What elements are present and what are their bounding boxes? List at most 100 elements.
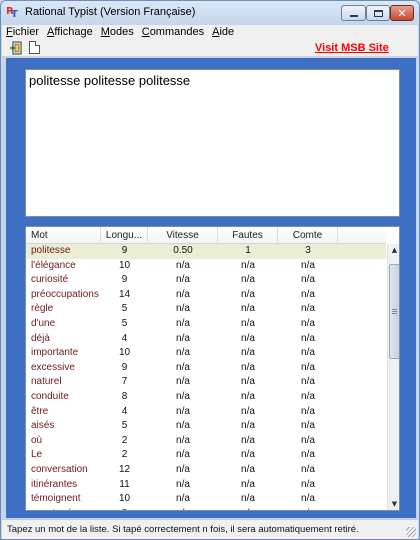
cell-filler xyxy=(338,405,386,420)
cell-comte: n/a xyxy=(301,361,315,373)
column-header-mot[interactable]: Mot xyxy=(26,227,101,244)
grip-line xyxy=(392,313,397,314)
cell-fautes: n/a xyxy=(241,434,255,446)
table-row[interactable]: naturel 7 n/a n/a n/a xyxy=(26,375,386,390)
cell-comte: n/a xyxy=(301,478,315,490)
column-header-comte[interactable]: Comte xyxy=(278,227,338,244)
cell-mot: excessive xyxy=(31,361,75,373)
cell-mot: naturel xyxy=(31,376,62,388)
cell-mot: préoccupations xyxy=(31,288,99,300)
cell-vitesse: n/a xyxy=(176,332,190,344)
title-bar[interactable]: R T Rational Typist (Version Française) … xyxy=(1,1,419,25)
scroll-thumb[interactable] xyxy=(389,264,399,359)
cell-mot: politesse xyxy=(31,245,71,256)
table-row[interactable]: spontané8n/an/an/a xyxy=(26,507,386,510)
cell-mot: importante xyxy=(31,347,79,359)
status-bar: Tapez un mot de la liste. Si tapé correc… xyxy=(2,519,418,539)
maximize-button[interactable] xyxy=(366,5,390,21)
cell-comte: n/a xyxy=(301,405,315,417)
table-row[interactable]: règle 5 n/a n/a n/a xyxy=(26,302,386,317)
table-row[interactable]: l'élégance 10 n/a n/a n/a xyxy=(26,259,386,274)
cell-mot: règle xyxy=(31,303,54,315)
cell-fautes: n/a xyxy=(241,390,255,402)
cell-comte: n/a xyxy=(301,493,315,505)
cell-mot: témoignent xyxy=(31,493,81,505)
vertical-scrollbar[interactable]: ▲ ▼ xyxy=(387,244,399,510)
menu-commandes[interactable]: Commandes xyxy=(138,26,208,38)
cell-filler xyxy=(338,273,386,288)
cell-longueur: 14 xyxy=(118,288,131,300)
cell-filler xyxy=(338,419,386,434)
cell-comte: n/a xyxy=(301,303,315,315)
cell-mot: Le xyxy=(31,449,43,461)
cell-filler xyxy=(338,478,386,493)
table-row[interactable]: d'une 5 n/a n/a n/a xyxy=(26,317,386,332)
table-row[interactable]: témoignent 10 n/a n/a n/a xyxy=(26,492,386,507)
cell-longueur: 10 xyxy=(118,259,131,271)
table-row[interactable]: préoccupations 14 n/a n/a n/a xyxy=(26,288,386,303)
list-header: Mot Longu... Vitesse Fautes Comte xyxy=(26,227,386,244)
cell-fautes: n/a xyxy=(241,420,255,432)
menu-affichage[interactable]: Affichage xyxy=(43,26,97,38)
cell-longueur: 9 xyxy=(121,274,128,286)
cell-filler xyxy=(338,288,386,303)
cell-filler xyxy=(338,244,386,259)
menu-fichier[interactable]: Fichier xyxy=(2,26,43,38)
table-row[interactable]: déjà 4 n/a n/a n/a xyxy=(26,332,386,347)
close-button[interactable]: ✕ xyxy=(390,5,414,21)
cell-fautes: n/a xyxy=(218,507,278,510)
cell-mot: déjà xyxy=(31,332,50,344)
cell-mot: conduite xyxy=(31,390,69,402)
menu-bar: Fichier Affichage Modes Commandes Aide xyxy=(2,25,418,39)
exit-door-icon[interactable] xyxy=(9,41,23,55)
table-row[interactable]: aisés 5 n/a n/a n/a xyxy=(26,419,386,434)
minimize-button[interactable] xyxy=(341,5,366,21)
resize-grip-icon[interactable] xyxy=(406,527,416,537)
cell-mot: où xyxy=(31,434,43,446)
cell-filler xyxy=(338,259,386,274)
cell-fautes: n/a xyxy=(241,259,255,271)
cell-longueur: 8 xyxy=(121,390,128,402)
menu-aide[interactable]: Aide xyxy=(208,26,238,38)
cell-comte: n/a xyxy=(301,376,315,388)
cell-vitesse: n/a xyxy=(176,259,190,271)
table-row[interactable]: être 4 n/a n/a n/a xyxy=(26,405,386,420)
cell-longueur: 5 xyxy=(121,317,128,329)
table-row[interactable]: itinérantes 11 n/a n/a n/a xyxy=(26,478,386,493)
cell-longueur: 9 xyxy=(121,361,128,373)
cell-filler xyxy=(338,317,386,332)
table-row[interactable]: importante 10 n/a n/a n/a xyxy=(26,346,386,361)
column-header-longueur[interactable]: Longu... xyxy=(101,227,148,244)
table-row[interactable]: Le 2 n/a n/a n/a xyxy=(26,448,386,463)
cell-comte: n/a xyxy=(301,274,315,286)
cell-longueur: 2 xyxy=(121,449,128,461)
cell-vitesse: n/a xyxy=(176,420,190,432)
cell-vitesse: n/a xyxy=(176,493,190,505)
scroll-up-icon[interactable]: ▲ xyxy=(388,244,399,257)
cell-mot: itinérantes xyxy=(31,478,78,490)
cell-filler xyxy=(338,492,386,507)
table-row[interactable]: politesse 9 0.50 1 3 xyxy=(26,244,386,259)
new-document-icon[interactable] xyxy=(29,41,40,54)
scroll-down-icon[interactable]: ▼ xyxy=(388,498,399,510)
cell-vitesse: n/a xyxy=(176,361,190,373)
typing-area[interactable]: politesse politesse politesse xyxy=(25,69,400,217)
table-row[interactable]: curiosité 9 n/a n/a n/a xyxy=(26,273,386,288)
table-rows: politesse 9 0.50 1 3 l'élégance 10 n/a n/a n/a cur… xyxy=(26,244,386,510)
grip-line xyxy=(392,309,397,310)
menu-modes[interactable]: Modes xyxy=(97,26,138,38)
cell-filler xyxy=(338,302,386,317)
table-row[interactable]: excessive 9 n/a n/a n/a xyxy=(26,361,386,376)
table-row[interactable]: où 2 n/a n/a n/a xyxy=(26,434,386,449)
table-row[interactable]: conduite 8 n/a n/a n/a xyxy=(26,390,386,405)
column-header-vitesse[interactable]: Vitesse xyxy=(148,227,218,244)
app-icon: R T xyxy=(6,6,18,20)
cell-mot: l'élégance xyxy=(31,259,76,271)
table-row[interactable]: conversation 12 n/a n/a n/a xyxy=(26,463,386,478)
cell-comte: n/a xyxy=(301,288,315,300)
column-header-fautes[interactable]: Fautes xyxy=(218,227,278,244)
visit-msb-link[interactable]: Visit MSB Site xyxy=(315,42,389,54)
word-list[interactable]: Mot Longu... Vitesse Fautes Comte polite… xyxy=(25,226,400,511)
cell-longueur: 5 xyxy=(121,420,128,432)
cell-fautes: n/a xyxy=(241,463,255,475)
